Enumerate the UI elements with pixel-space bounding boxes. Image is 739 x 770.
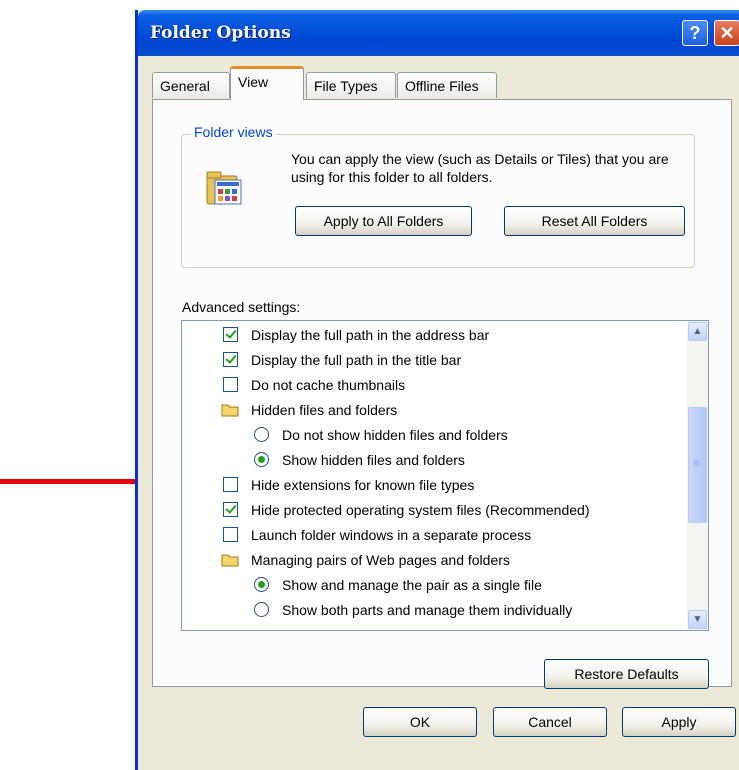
checkbox[interactable]: [223, 327, 238, 342]
ok-button[interactable]: OK: [363, 707, 477, 737]
radio-button[interactable]: [254, 452, 269, 467]
restore-defaults-button[interactable]: Restore Defaults: [544, 659, 709, 689]
checkbox[interactable]: [223, 352, 238, 367]
tab-offline-files[interactable]: Offline Files: [397, 72, 497, 98]
apply-to-all-folders-button[interactable]: Apply to All Folders: [295, 206, 472, 236]
radio-button[interactable]: [254, 602, 269, 617]
folder-views-icon: [206, 171, 242, 205]
folder-views-label: Folder views: [191, 124, 276, 140]
apply-button[interactable]: Apply: [622, 707, 736, 737]
checkbox[interactable]: [223, 477, 238, 492]
chevron-up-icon: ▲: [692, 326, 703, 337]
checkbox[interactable]: [223, 502, 238, 517]
chevron-down-icon: ▼: [692, 614, 703, 625]
scrollbar-thumb[interactable]: [688, 407, 707, 523]
close-icon: ✕: [719, 23, 735, 43]
vertical-scrollbar[interactable]: ▲ ▼: [687, 321, 708, 630]
folder-icon: [221, 404, 239, 417]
radio-button[interactable]: [254, 427, 269, 442]
tab-file-types[interactable]: File Types: [306, 72, 396, 98]
folder-icon: [221, 554, 239, 567]
radio-button[interactable]: [254, 577, 269, 592]
advanced-settings-list[interactable]: Display the full path in the address bar…: [181, 320, 709, 631]
title-bar[interactable]: Folder Options ? ✕: [138, 10, 739, 56]
help-icon: ?: [689, 23, 701, 43]
cancel-button[interactable]: Cancel: [493, 707, 607, 737]
reset-all-folders-button[interactable]: Reset All Folders: [504, 206, 685, 236]
checkbox[interactable]: [223, 527, 238, 542]
tab-general[interactable]: General: [152, 72, 230, 98]
scroll-up-button[interactable]: ▲: [688, 322, 707, 341]
scroll-down-button[interactable]: ▼: [688, 610, 707, 629]
advanced-settings-label: Advanced settings:: [182, 299, 301, 315]
help-button[interactable]: ?: [682, 20, 708, 46]
checkbox[interactable]: [223, 377, 238, 392]
folder-views-description: You can apply the view (such as Details …: [291, 151, 669, 185]
view-tab-panel: Folder views You can apply the view (suc…: [152, 99, 732, 689]
close-button[interactable]: ✕: [714, 20, 739, 46]
folder-options-window: Folder Options ? ✕ General View File Typ…: [135, 10, 739, 770]
window-title: Folder Options: [150, 23, 291, 43]
tab-view[interactable]: View: [230, 66, 304, 100]
